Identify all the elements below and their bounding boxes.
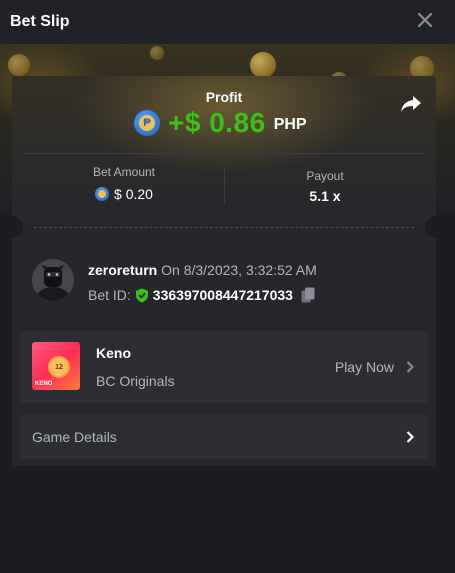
decorative-coin — [150, 46, 164, 60]
avatar[interactable] — [32, 259, 74, 301]
username[interactable]: zeroreturn — [88, 262, 157, 278]
copy-icon[interactable] — [301, 287, 315, 303]
bet-slip-card: Profit ₱ +$ 0.86 PHP Bet Amount $ 0.20 P… — [1, 76, 447, 466]
play-now-button[interactable]: Play Now — [335, 359, 394, 375]
bet-id-value: 336397008447217033 — [152, 287, 293, 303]
close-icon[interactable] — [415, 10, 435, 30]
thumb-label: KENO — [35, 381, 53, 387]
header-bar: Bet Slip — [0, 0, 455, 44]
game-provider: BC Originals — [96, 373, 175, 389]
profit-currency: PHP — [273, 116, 307, 133]
dashed-divider — [34, 227, 414, 228]
ticket-notch-right — [425, 216, 447, 238]
user-avatar-icon — [32, 259, 74, 301]
share-icon[interactable] — [400, 94, 422, 114]
php-coin-icon — [95, 187, 110, 201]
divider — [24, 153, 424, 154]
bet-amount-text: $ 0.20 — [114, 186, 153, 202]
chevron-right-icon[interactable] — [406, 431, 414, 443]
shield-check-icon — [135, 288, 148, 302]
bet-id-line: Bet ID: 336397008447217033 — [88, 287, 315, 303]
profit-label: Profit — [205, 89, 243, 105]
keno-thumbnail[interactable]: 12 KENO — [32, 342, 80, 390]
php-coin-icon: ₱ — [134, 110, 160, 136]
keno-ball-icon: 12 — [48, 356, 70, 378]
bet-id-label: Bet ID: — [88, 287, 131, 303]
game-row[interactable]: 12 KENO Keno BC Originals Play Now — [20, 331, 428, 403]
user-line: zeroreturn On 8/3/2023, 3:32:52 AM — [88, 262, 317, 278]
decorative-coin — [250, 52, 276, 78]
payout-label: Payout — [306, 169, 344, 183]
window-title: Bet Slip — [10, 13, 70, 30]
bet-amount-label: Bet Amount — [92, 165, 156, 179]
bet-date: On 8/3/2023, 3:32:52 AM — [161, 262, 317, 278]
bet-amount-value: $ 0.20 — [24, 184, 224, 204]
chevron-right-icon[interactable] — [406, 361, 414, 373]
payout-value: 5.1 x — [309, 188, 341, 204]
game-details-row[interactable]: Game Details — [20, 415, 428, 459]
ticket-notch-left — [1, 216, 23, 238]
profit-value: +$ 0.86 — [168, 107, 266, 138]
profit-row: ₱ +$ 0.86 PHP — [134, 107, 307, 138]
game-details-label: Game Details — [32, 429, 117, 445]
game-name: Keno — [96, 345, 131, 361]
decorative-coin — [8, 54, 30, 76]
